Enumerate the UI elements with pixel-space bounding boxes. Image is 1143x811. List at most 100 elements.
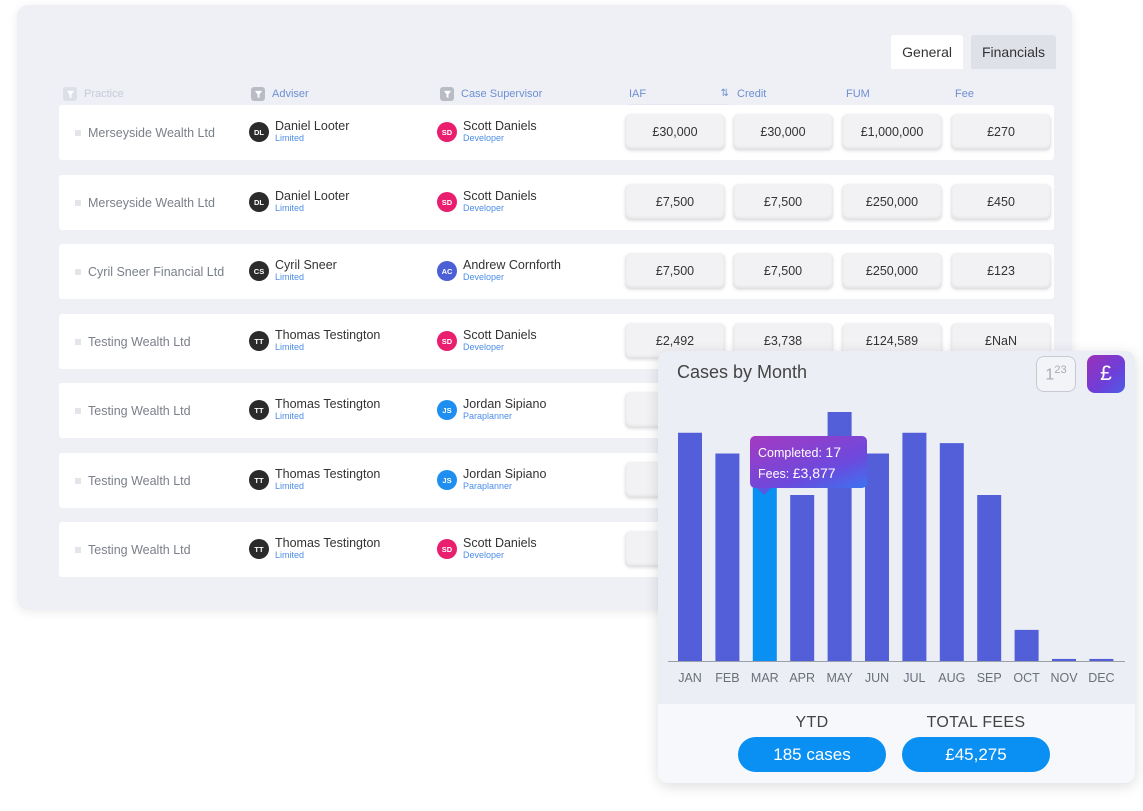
adviser-cell: TT Thomas Testington Limited [249,467,380,491]
credit-field[interactable]: £7,500 [733,184,833,220]
avatar: DL [249,192,269,212]
bar-feb[interactable] [715,453,740,662]
tooltip-completed: Completed: 17 [758,444,841,460]
row-handle-icon[interactable] [75,199,81,206]
bar-mar[interactable] [752,484,777,661]
filter-icon[interactable] [63,87,77,101]
adviser-name: Daniel Looter [275,189,350,203]
bar-aug[interactable] [939,443,964,661]
adviser-name: Thomas Testington [275,397,381,411]
avatar: SD [437,192,457,212]
table-row[interactable]: Merseyside Wealth Ltd DL Daniel Looter Limi… [59,175,1054,230]
adviser-cell: TT Thomas Testington Limited [249,328,380,352]
column-header-adviser[interactable]: Adviser [251,83,309,105]
fee-field[interactable]: £123 [951,253,1051,289]
bar-chart: JAN FEB MAR APR MAY JUN JUL AUG SEP OCT NOV DEC [668,412,1125,685]
avatar: SD [437,539,457,559]
avatar: TT [249,331,269,351]
column-header-fee[interactable]: Fee [955,83,974,105]
fum-field[interactable]: £250,000 [842,253,942,289]
supervisor-role: Developer [463,203,505,213]
iaf-field[interactable]: £30,000 [625,114,725,150]
avatar: JS [437,400,457,420]
adviser-cell: DL Daniel Looter Limited [249,119,349,143]
filter-icon[interactable] [440,87,454,101]
month-label: MAR [751,671,779,685]
adviser-name: Thomas Testington [275,328,381,342]
adviser-cell: TT Thomas Testington Limited [249,536,380,560]
adviser-role: Limited [275,272,305,282]
supervisor-cell: AC Andrew Cornforth Developer [437,258,561,282]
column-header-credit[interactable]: Credit [737,83,766,105]
practice-name: Testing Wealth Ltd [88,542,191,557]
month-label: APR [789,671,815,685]
practice-name: Merseyside Wealth Ltd [88,125,215,140]
cases-by-month-card: Cases by Month 123 £ JAN FEB MAR APR MAY JUN J… [658,351,1135,783]
bar-sep[interactable] [977,495,1002,661]
credit-field[interactable]: £30,000 [733,114,833,150]
month-label: JUL [903,671,925,685]
total-fees-label: TOTAL FEES [926,714,1026,731]
total-fees-stat: TOTAL FEES £45,275 [902,714,1050,772]
fum-field[interactable]: £1,000,000 [842,114,942,150]
fee-field[interactable]: £450 [951,184,1051,220]
month-label: FEB [715,671,739,685]
column-header-supervisor[interactable]: Case Supervisor [440,83,542,105]
row-handle-icon[interactable] [75,546,81,553]
column-label-iaf: IAF [629,87,647,100]
avatar: DL [249,122,269,142]
iaf-field[interactable]: £7,500 [625,184,725,220]
month-label: MAY [827,671,854,685]
month-label: SEP [977,671,1002,685]
bar-apr[interactable] [790,495,815,661]
row-handle-icon[interactable] [75,407,81,414]
supervisor-cell: JS Jordan Sipiano Paraplanner [437,397,546,421]
practice-cell: Merseyside Wealth Ltd [75,175,215,230]
bar-jan[interactable] [678,432,702,661]
tab-general[interactable]: General [891,35,963,69]
row-handle-icon[interactable] [75,268,81,275]
fum-field[interactable]: £250,000 [842,184,942,220]
avatar: TT [249,470,269,490]
supervisor-cell: SD Scott Daniels Developer [437,536,537,560]
row-handle-icon[interactable] [75,338,81,345]
bar-nov[interactable] [1052,658,1076,661]
row-handle-icon[interactable] [75,129,81,136]
row-handle-icon[interactable] [75,477,81,484]
chart-summary: YTD 185 cases TOTAL FEES £45,275 [658,704,1135,783]
tab-financials[interactable]: Financials [970,35,1056,69]
column-label-supervisor: Case Supervisor [461,88,543,100]
credit-field[interactable]: £7,500 [733,253,833,289]
iaf-field[interactable]: £7,500 [625,253,725,289]
supervisor-role: Developer [463,550,505,560]
supervisor-cell: SD Scott Daniels Developer [437,119,537,143]
fee-field[interactable]: £270 [951,114,1051,150]
bar-jun[interactable] [865,453,889,662]
sort-icon[interactable]: ⇅ [721,88,729,99]
adviser-name: Daniel Looter [275,119,350,133]
column-header-fum[interactable]: FUM [846,83,870,105]
column-header-iaf[interactable]: IAF ⇅ [629,83,729,105]
supervisor-role: Developer [463,272,505,282]
column-label-fum: FUM [846,88,870,100]
avatar: JS [437,470,457,490]
bar-jul[interactable] [902,432,927,661]
supervisor-name: Scott Daniels [463,119,537,133]
table-row[interactable]: Merseyside Wealth Ltd DL Daniel Looter Limi… [59,105,1054,160]
bar-oct[interactable] [1014,629,1039,661]
table-row[interactable]: Cyril Sneer Financial Ltd CS Cyril Sneer Li… [59,244,1054,299]
ytd-stat: YTD 185 cases [738,714,886,772]
supervisor-role: Paraplanner [463,411,513,421]
bar-dec[interactable] [1089,658,1114,661]
column-header-practice[interactable]: Practice [63,83,124,105]
month-label: JUN [865,671,889,685]
supervisor-role: Paraplanner [463,481,513,491]
filter-icon[interactable] [251,87,265,101]
total-fees-value-pill[interactable]: £45,275 [902,737,1050,772]
practice-name: Merseyside Wealth Ltd [88,195,215,210]
adviser-cell: CS Cyril Sneer Limited [249,258,337,282]
avatar: TT [249,400,269,420]
practice-cell: Testing Wealth Ltd [75,522,191,577]
ytd-value-pill[interactable]: 185 cases [738,737,886,772]
avatar: SD [437,122,457,142]
